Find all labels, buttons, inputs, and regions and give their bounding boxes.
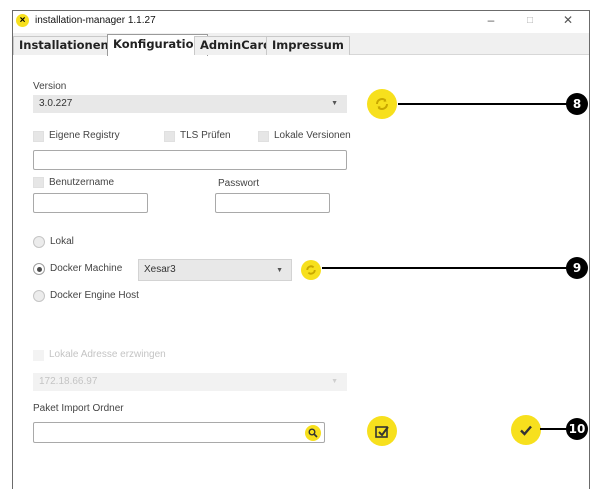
checkmark-icon (520, 425, 532, 436)
callout-line-8 (398, 103, 568, 105)
lokale-versionen-checkbox[interactable] (258, 131, 269, 142)
callout-badge-10: 10 (566, 418, 588, 440)
tab-impressum[interactable]: Impressum (266, 36, 350, 55)
version-select[interactable]: 3.0.227 ▼ (33, 95, 347, 113)
refresh-icon (306, 265, 316, 275)
passwort-label: Passwort (218, 178, 260, 189)
maximize-button[interactable]: □ (520, 13, 540, 28)
refresh-icon (376, 98, 388, 110)
docker-machine-radio[interactable] (33, 263, 45, 275)
app-window: × installation-manager 1.1.27 – □ ✕ Inst… (12, 10, 590, 489)
eigene-registry-checkbox[interactable] (33, 131, 44, 142)
benutzername-label: Benutzername (49, 177, 115, 188)
app-logo-icon: × (16, 14, 29, 27)
lokal-radio[interactable] (33, 236, 45, 248)
lokale-adresse-checkbox[interactable] (33, 350, 44, 361)
docker-machine-refresh-button[interactable] (301, 260, 321, 280)
tab-installationen[interactable]: Installationen (13, 36, 115, 55)
title-bar: × installation-manager 1.1.27 – □ ✕ (13, 11, 589, 31)
ip-address-select[interactable]: 172.18.66.97 ▼ (33, 373, 347, 391)
tab-bar: Installationen Konfiguration AdminCard I… (13, 33, 589, 56)
registry-url-input[interactable] (33, 150, 347, 170)
tab-admincard[interactable]: AdminCard (194, 36, 278, 55)
chevron-down-icon: ▼ (331, 378, 338, 385)
docker-machine-select[interactable]: Xesar3 ▼ (138, 259, 292, 281)
chevron-down-icon: ▼ (331, 100, 338, 107)
password-input[interactable] (215, 193, 330, 213)
ip-address-value: 172.18.66.97 (39, 376, 98, 387)
lokal-label: Lokal (50, 236, 74, 247)
docker-engine-host-radio[interactable] (33, 290, 45, 302)
callout-line-10 (540, 428, 568, 430)
version-label: Version (33, 81, 67, 92)
window-title: installation-manager 1.1.27 (35, 15, 156, 26)
minimize-button[interactable]: – (481, 13, 501, 28)
chevron-down-icon: ▼ (276, 267, 283, 274)
version-value: 3.0.227 (39, 98, 73, 109)
callout-badge-9: 9 (566, 257, 588, 279)
docker-machine-label: Docker Machine (50, 263, 123, 274)
import-icon (375, 426, 389, 438)
benutzername-checkbox[interactable] (33, 177, 44, 188)
docker-engine-host-label: Docker Engine Host (50, 290, 139, 301)
callout-badge-8: 8 (566, 93, 588, 115)
version-refresh-button[interactable] (367, 89, 397, 119)
import-folder-input[interactable] (33, 422, 325, 443)
lokale-adresse-label: Lokale Adresse erzwingen (49, 349, 166, 360)
lokale-versionen-label: Lokale Versionen (274, 130, 351, 141)
import-button[interactable] (367, 416, 397, 446)
callout-line-9 (322, 267, 568, 269)
tls-pruefen-checkbox[interactable] (164, 131, 175, 142)
docker-machine-value: Xesar3 (144, 264, 176, 275)
search-icon (308, 428, 318, 438)
folder-search-button[interactable] (305, 425, 321, 441)
paket-import-label: Paket Import Ordner (33, 403, 124, 414)
confirm-button[interactable] (511, 415, 541, 445)
close-button[interactable]: ✕ (558, 13, 578, 28)
tls-pruefen-label: TLS Prüfen (180, 130, 231, 141)
username-input[interactable] (33, 193, 148, 213)
tab-konfiguration[interactable]: Konfiguration (107, 34, 208, 56)
eigene-registry-label: Eigene Registry (49, 130, 120, 141)
